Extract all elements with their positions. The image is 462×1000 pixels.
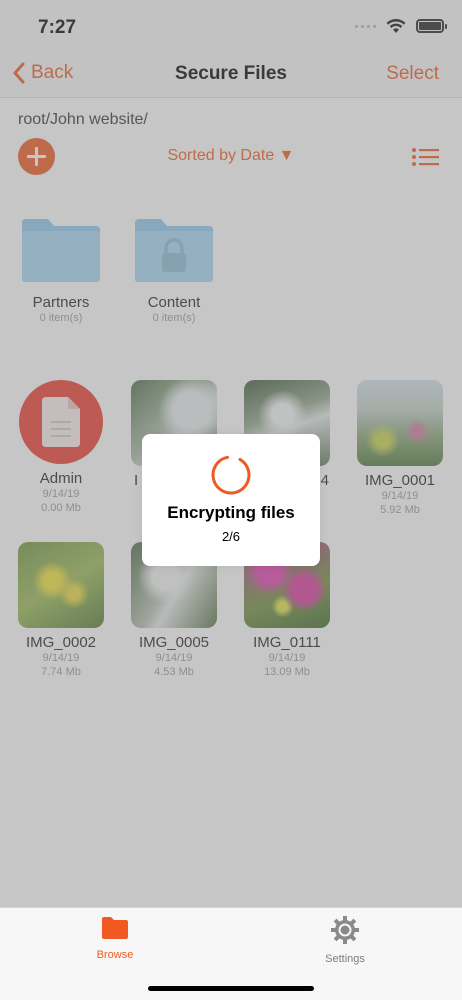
encryption-progress-dialog: Encrypting files 2/6 bbox=[142, 434, 320, 566]
home-indicator bbox=[148, 986, 314, 991]
progress-title: Encrypting files bbox=[167, 503, 295, 522]
gear-icon bbox=[331, 916, 359, 944]
progress-count: 2/6 bbox=[221, 529, 241, 544]
tab-label: Settings bbox=[325, 953, 365, 965]
tab-bar: Browse Settings bbox=[0, 907, 462, 1000]
spinner-icon bbox=[211, 455, 251, 495]
tab-label: Browse bbox=[96, 949, 134, 961]
folder-icon bbox=[102, 917, 128, 939]
tab-browse[interactable]: Browse bbox=[55, 916, 175, 961]
tab-settings[interactable]: Settings bbox=[285, 916, 405, 965]
